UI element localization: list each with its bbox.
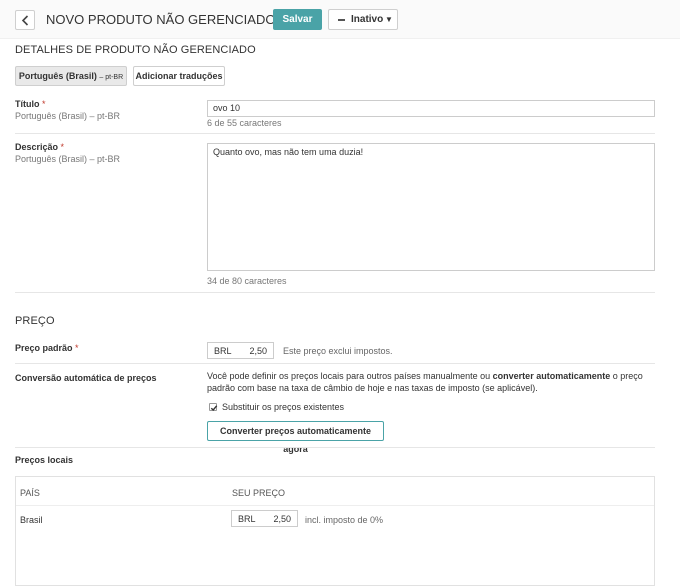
local-prices-title: Preços locais (15, 455, 74, 465)
description-language: Português (Brasil) – pt-BR (15, 154, 121, 164)
row-tax-note: incl. imposto de 0% (305, 515, 384, 525)
chevron-left-icon (21, 15, 29, 26)
column-header-price: SEU PREÇO (232, 488, 286, 498)
description-char-count: 34 de 80 caracteres (207, 276, 287, 286)
column-header-country: PAÍS (20, 488, 40, 498)
title-char-count: 6 de 55 caracteres (207, 118, 282, 128)
tab-language-pt-br[interactable]: Português (Brasil) – pt-BR (15, 66, 127, 86)
divider (15, 447, 655, 448)
save-button[interactable]: Salvar (273, 9, 322, 30)
local-prices-table: PAÍS SEU PREÇO Brasil BRL 2,50 incl. imp… (15, 476, 655, 586)
table-header-rule (16, 505, 654, 506)
page-title-text: NOVO PRODUTO NÃO GERENCIADO (46, 12, 276, 27)
required-mark: * (75, 343, 79, 353)
back-button[interactable] (15, 10, 35, 30)
top-bar: NOVO PRODUTO NÃO GERENCIADO- ovo10 Salva… (0, 0, 680, 39)
required-mark: * (42, 99, 46, 109)
row-country: Brasil (20, 515, 43, 525)
description-label: Descrição * (15, 142, 64, 152)
price-value: 2,50 (249, 346, 267, 356)
tab-language-code: – pt-BR (99, 74, 124, 81)
auto-conversion-text-1: Você pode definir os preços locais para … (207, 371, 493, 381)
checkmark-icon (210, 405, 218, 412)
title-label-text: Título (15, 99, 40, 109)
tab-language-label: Português (Brasil) (18, 71, 97, 81)
replace-existing-checkbox[interactable] (209, 403, 218, 412)
title-label: Título * (15, 99, 46, 109)
status-dropdown[interactable]: Inativo ▼ (328, 9, 398, 30)
inactive-icon (338, 19, 345, 21)
auto-conversion-label: Conversão automática de preços (15, 373, 157, 383)
title-input[interactable]: ovo 10 (207, 100, 655, 117)
status-label: Inativo (351, 14, 384, 25)
details-section-title: DETALHES DE PRODUTO NÃO GERENCIADO (15, 44, 256, 56)
price-value: 2,50 (273, 514, 291, 524)
title-language: Português (Brasil) – pt-BR (15, 111, 121, 121)
replace-existing-label[interactable]: Substituir os preços existentes (222, 402, 344, 412)
price-section-title: PREÇO (15, 315, 55, 327)
required-mark: * (60, 142, 65, 152)
currency-code: BRL (238, 514, 256, 524)
description-label-text: Descrição (15, 142, 59, 152)
tax-note: Este preço exclui impostos. (283, 346, 393, 356)
auto-conversion-bold: converter automaticamente (492, 371, 611, 381)
convert-prices-button[interactable]: Converter preços automaticamente agora (207, 421, 384, 454)
description-textarea[interactable]: Quanto ovo, mas não tem uma duzia! (207, 143, 655, 271)
currency-code: BRL (214, 346, 232, 356)
default-price-label-text: Preço padrão (15, 343, 73, 353)
divider (15, 363, 655, 364)
default-price-input[interactable]: BRL 2,50 (207, 342, 274, 359)
auto-conversion-description: Você pode definir os preços locais para … (207, 370, 652, 394)
page-title: NOVO PRODUTO NÃO GERENCIADO- ovo10 (46, 12, 309, 27)
add-translations-button[interactable]: Adicionar traduções (133, 66, 225, 86)
default-price-label: Preço padrão * (15, 343, 79, 353)
local-price-input[interactable]: BRL 2,50 (231, 510, 298, 527)
divider (15, 292, 655, 293)
divider (15, 133, 655, 134)
caret-down-icon: ▼ (385, 15, 393, 24)
